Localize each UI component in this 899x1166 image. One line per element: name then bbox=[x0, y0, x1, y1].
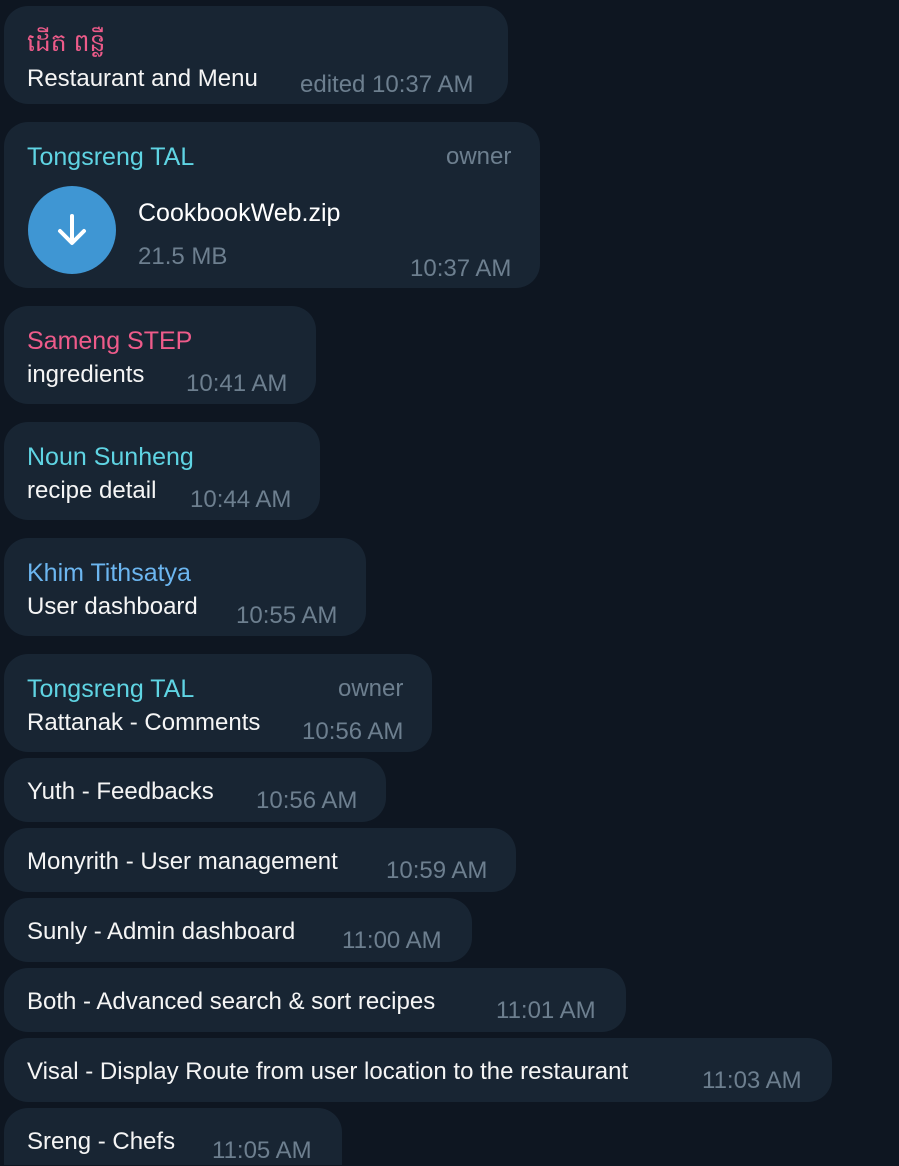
message-timestamp: 11:03 AM bbox=[702, 1067, 802, 1094]
message-bubble[interactable]: Tongsreng TAL owner Rattanak - Comments … bbox=[4, 654, 432, 752]
sender-name[interactable]: Noun Sunheng bbox=[27, 442, 194, 472]
message-bubble[interactable]: Sameng STEP ingredients 10:41 AM bbox=[4, 306, 316, 404]
message-timestamp: 10:59 AM bbox=[386, 857, 488, 884]
message-timestamp: 11:00 AM bbox=[342, 927, 442, 954]
message-timestamp: edited 10:37 AM bbox=[300, 71, 474, 98]
message-text: Monyrith - User management bbox=[27, 848, 338, 875]
message-text: Rattanak - Comments bbox=[27, 709, 261, 736]
sender-name[interactable]: Khim Tithsatya bbox=[27, 558, 191, 588]
message-text: Sunly - Admin dashboard bbox=[27, 918, 296, 945]
message-text: Yuth - Feedbacks bbox=[27, 778, 214, 805]
message-text: Visal - Display Route from user location… bbox=[27, 1058, 629, 1085]
owner-badge: owner bbox=[338, 675, 404, 702]
message-bubble[interactable]: Sreng - Chefs 11:05 AM bbox=[4, 1108, 342, 1165]
message-text: Both - Advanced search & sort recipes bbox=[27, 988, 436, 1015]
download-arrow-icon[interactable] bbox=[28, 186, 116, 274]
message-bubble[interactable]: Yuth - Feedbacks 10:56 AM bbox=[4, 758, 386, 822]
message-text: ingredients bbox=[27, 361, 145, 388]
message-text: User dashboard bbox=[27, 593, 198, 620]
sender-name[interactable]: Tongsreng TAL bbox=[27, 142, 194, 172]
message-timestamp: 10:56 AM bbox=[302, 718, 404, 745]
file-name[interactable]: CookbookWeb.zip bbox=[138, 198, 340, 228]
message-timestamp: 10:56 AM bbox=[256, 787, 358, 814]
message-timestamp: 10:55 AM bbox=[236, 602, 338, 629]
message-timestamp: 10:44 AM bbox=[190, 486, 292, 513]
message-bubble[interactable]: Khim Tithsatya User dashboard 10:55 AM bbox=[4, 538, 366, 636]
message-timestamp: 11:05 AM bbox=[212, 1137, 312, 1164]
message-timestamp: 10:41 AM bbox=[186, 370, 288, 397]
sender-name[interactable]: Sameng STEP bbox=[27, 326, 192, 356]
owner-badge: owner bbox=[446, 143, 512, 170]
message-timestamp: 10:37 AM bbox=[410, 255, 512, 282]
message-timestamp: 11:01 AM bbox=[496, 997, 596, 1024]
file-size: 21.5 MB bbox=[138, 243, 228, 270]
message-bubble[interactable]: Sunly - Admin dashboard 11:00 AM bbox=[4, 898, 472, 962]
sender-name[interactable]: ដើត ពន្លឺ bbox=[27, 28, 105, 58]
message-text: Sreng - Chefs bbox=[27, 1128, 176, 1155]
message-bubble[interactable]: Both - Advanced search & sort recipes 11… bbox=[4, 968, 626, 1032]
message-bubble-file[interactable]: Tongsreng TAL owner CookbookWeb.zip 21.5… bbox=[4, 122, 540, 288]
message-text: recipe detail bbox=[27, 477, 157, 504]
message-text: Restaurant and Menu bbox=[27, 65, 258, 92]
message-bubble[interactable]: Noun Sunheng recipe detail 10:44 AM bbox=[4, 422, 320, 520]
sender-name[interactable]: Tongsreng TAL bbox=[27, 674, 194, 704]
message-bubble[interactable]: Monyrith - User management 10:59 AM bbox=[4, 828, 516, 892]
message-bubble[interactable]: ដើត ពន្លឺ Restaurant and Menu edited 10:… bbox=[4, 6, 508, 104]
message-bubble[interactable]: Visal - Display Route from user location… bbox=[4, 1038, 832, 1102]
